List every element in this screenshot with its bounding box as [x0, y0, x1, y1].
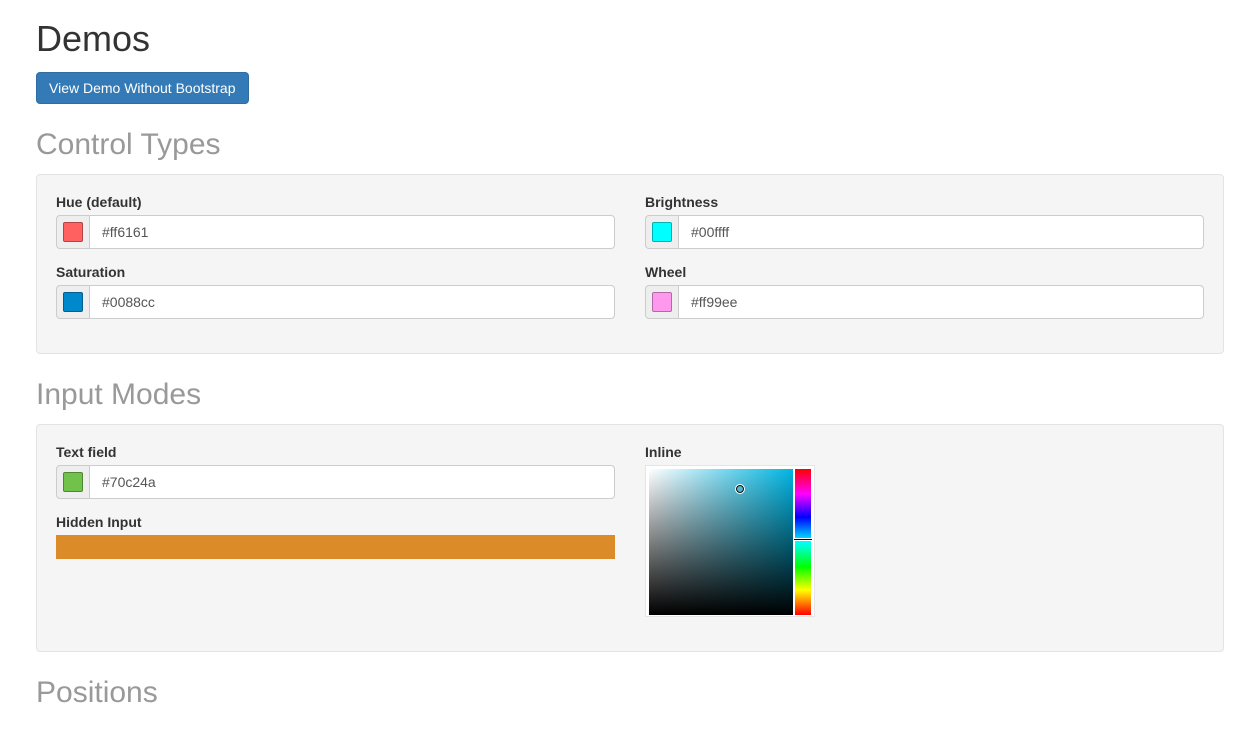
brightness-label: Brightness: [645, 194, 1204, 210]
color-swatch-icon: [652, 292, 672, 312]
inline-label: Inline: [645, 444, 1204, 460]
hue-slider-handle[interactable]: [794, 538, 812, 541]
hidden-input-swatch[interactable]: [56, 535, 615, 559]
section-heading-input-modes: Input Modes: [36, 378, 1224, 412]
section-heading-control-types: Control Types: [36, 128, 1224, 162]
color-swatch-icon: [63, 292, 83, 312]
saturation-input[interactable]: [90, 285, 615, 319]
wheel-label: Wheel: [645, 264, 1204, 280]
color-swatch-icon: [63, 222, 83, 242]
inline-color-picker[interactable]: [645, 465, 815, 617]
color-panel-black-overlay: [649, 469, 793, 615]
color-swatch-icon: [652, 222, 672, 242]
page-title: Demos: [36, 18, 1224, 60]
hue-label: Hue (default): [56, 194, 615, 210]
input-modes-panel: Text field Hidden Input Inline: [36, 424, 1224, 652]
control-types-panel: Hue (default) Saturation: [36, 174, 1224, 354]
color-swatch-icon: [63, 472, 83, 492]
brightness-input[interactable]: [679, 215, 1204, 249]
hue-slider[interactable]: [795, 469, 811, 615]
text-field-swatch[interactable]: [56, 465, 90, 499]
brightness-swatch[interactable]: [645, 215, 679, 249]
wheel-swatch[interactable]: [645, 285, 679, 319]
hue-swatch[interactable]: [56, 215, 90, 249]
text-field-input[interactable]: [90, 465, 615, 499]
hue-input[interactable]: [90, 215, 615, 249]
wheel-input[interactable]: [679, 285, 1204, 319]
color-picker-handle[interactable]: [735, 484, 745, 494]
section-heading-positions: Positions: [36, 676, 1224, 710]
color-panel[interactable]: [649, 469, 793, 615]
hidden-input-label: Hidden Input: [56, 514, 615, 530]
saturation-label: Saturation: [56, 264, 615, 280]
text-field-label: Text field: [56, 444, 615, 460]
saturation-swatch[interactable]: [56, 285, 90, 319]
view-demo-without-bootstrap-button[interactable]: View Demo Without Bootstrap: [36, 72, 249, 104]
